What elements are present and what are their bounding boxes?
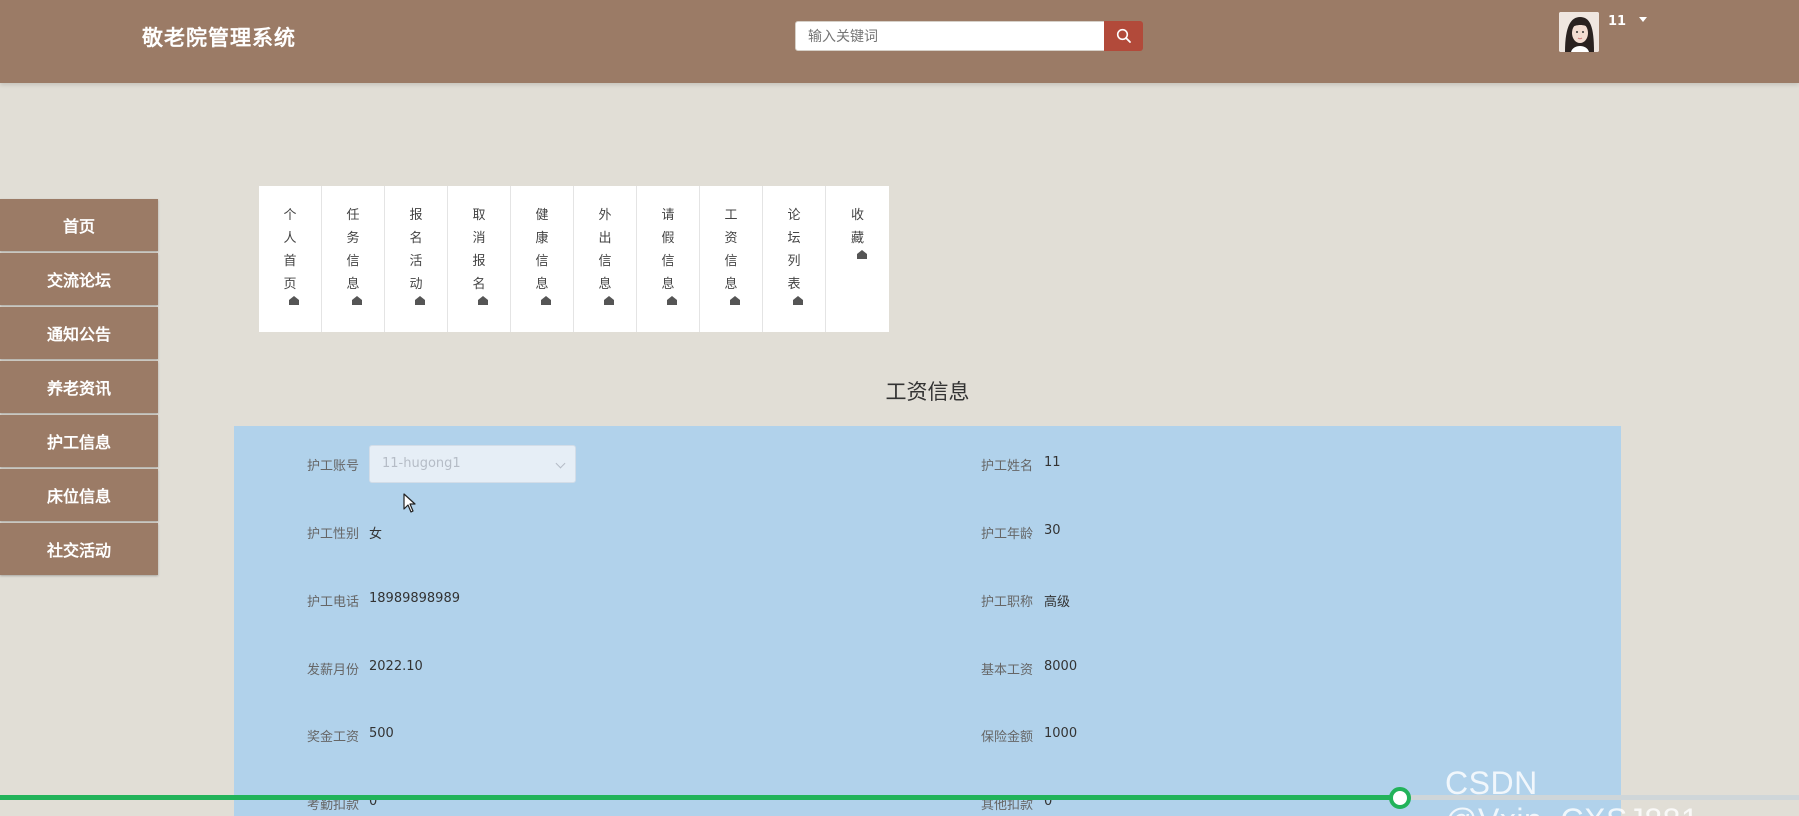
tab-label: 健康信息	[535, 208, 549, 292]
video-progress-fill	[0, 795, 1400, 800]
insurance-label: 保险金额	[980, 730, 1033, 745]
gender-value: 女	[369, 527, 383, 542]
home-icon	[730, 296, 740, 305]
age-value: 30	[1044, 523, 1061, 538]
name-label: 护工姓名	[980, 459, 1033, 474]
salary-detail-panel: 护工账号 11-hugong1 护工姓名 11 护工性别 女 护工年龄 30 护…	[234, 426, 1621, 816]
search-input[interactable]	[795, 21, 1105, 51]
account-label: 护工账号	[306, 459, 359, 474]
home-icon	[289, 296, 299, 305]
account-select-value: 11-hugong1	[382, 456, 461, 471]
phone-label: 护工电话	[306, 595, 359, 610]
tab-salary[interactable]: 工资信息	[700, 186, 763, 332]
month-label: 发薪月份	[306, 663, 359, 678]
home-icon	[667, 296, 677, 305]
tab-label: 收藏	[850, 208, 864, 246]
top-header: 敬老院管理系统 11	[0, 0, 1799, 83]
tab-label: 工资信息	[724, 208, 738, 292]
video-progress-handle[interactable]	[1388, 787, 1411, 809]
tab-label: 取消报名	[472, 208, 486, 292]
tab-label: 外出信息	[598, 208, 612, 292]
side-nav-item-activity[interactable]: 社交活动	[0, 523, 158, 575]
watermark: CSDN @Vxin_CXSJ881	[1445, 765, 1699, 816]
tab-tasks[interactable]: 任务信息	[322, 186, 385, 332]
bonus-label: 奖金工资	[306, 730, 359, 745]
side-nav-item-notice[interactable]: 通知公告	[0, 307, 158, 359]
home-icon	[415, 296, 425, 305]
home-icon	[604, 296, 614, 305]
tab-label: 任务信息	[346, 208, 360, 292]
user-name[interactable]: 11	[1608, 14, 1626, 29]
user-center-tabs: 个人首页 任务信息 报名活动 取消报名 健康信息 外出信息 请假信息 工资信息 …	[259, 186, 889, 332]
base-salary-value: 8000	[1044, 659, 1078, 674]
tab-label: 请假信息	[661, 208, 675, 292]
tab-health[interactable]: 健康信息	[511, 186, 574, 332]
tab-personal-home[interactable]: 个人首页	[259, 186, 322, 332]
side-nav-item-caregiver[interactable]: 护工信息	[0, 415, 158, 467]
title-value: 高级	[1044, 595, 1071, 610]
tab-outing[interactable]: 外出信息	[574, 186, 637, 332]
tab-forum-list[interactable]: 论坛列表	[763, 186, 826, 332]
avatar-image	[1559, 12, 1599, 52]
chevron-down-icon[interactable]	[1639, 17, 1647, 22]
home-icon	[478, 296, 488, 305]
tab-leave[interactable]: 请假信息	[637, 186, 700, 332]
home-icon	[541, 296, 551, 305]
title-label: 护工职称	[980, 595, 1033, 610]
site-title[interactable]: 敬老院管理系统	[142, 22, 296, 52]
home-icon	[793, 296, 803, 305]
name-value: 11	[1044, 455, 1061, 470]
mouse-cursor-icon	[403, 493, 416, 513]
home-icon	[856, 250, 867, 259]
side-nav-item-bed[interactable]: 床位信息	[0, 469, 158, 521]
tab-label: 报名活动	[409, 208, 423, 292]
search-icon	[1116, 28, 1131, 43]
phone-value: 18989898989	[369, 591, 460, 606]
tab-favorites[interactable]: 收藏	[826, 186, 889, 332]
avatar[interactable]	[1559, 12, 1599, 52]
side-nav-item-forum[interactable]: 交流论坛	[0, 253, 158, 305]
tab-label: 个人首页	[283, 208, 297, 292]
search-button[interactable]	[1104, 21, 1143, 51]
insurance-value: 1000	[1044, 726, 1078, 741]
tab-signup[interactable]: 报名活动	[385, 186, 448, 332]
account-select[interactable]: 11-hugong1	[369, 445, 576, 483]
side-nav-item-home[interactable]: 首页	[0, 199, 158, 251]
home-icon	[352, 296, 362, 305]
gender-label: 护工性别	[306, 527, 359, 542]
bonus-value: 500	[369, 726, 394, 741]
base-salary-label: 基本工资	[980, 663, 1033, 678]
month-value: 2022.10	[369, 659, 423, 674]
tab-label: 论坛列表	[787, 208, 801, 292]
age-label: 护工年龄	[980, 527, 1033, 542]
chevron-down-icon	[555, 458, 566, 469]
tab-cancel-signup[interactable]: 取消报名	[448, 186, 511, 332]
page-title: 工资信息	[885, 380, 970, 404]
